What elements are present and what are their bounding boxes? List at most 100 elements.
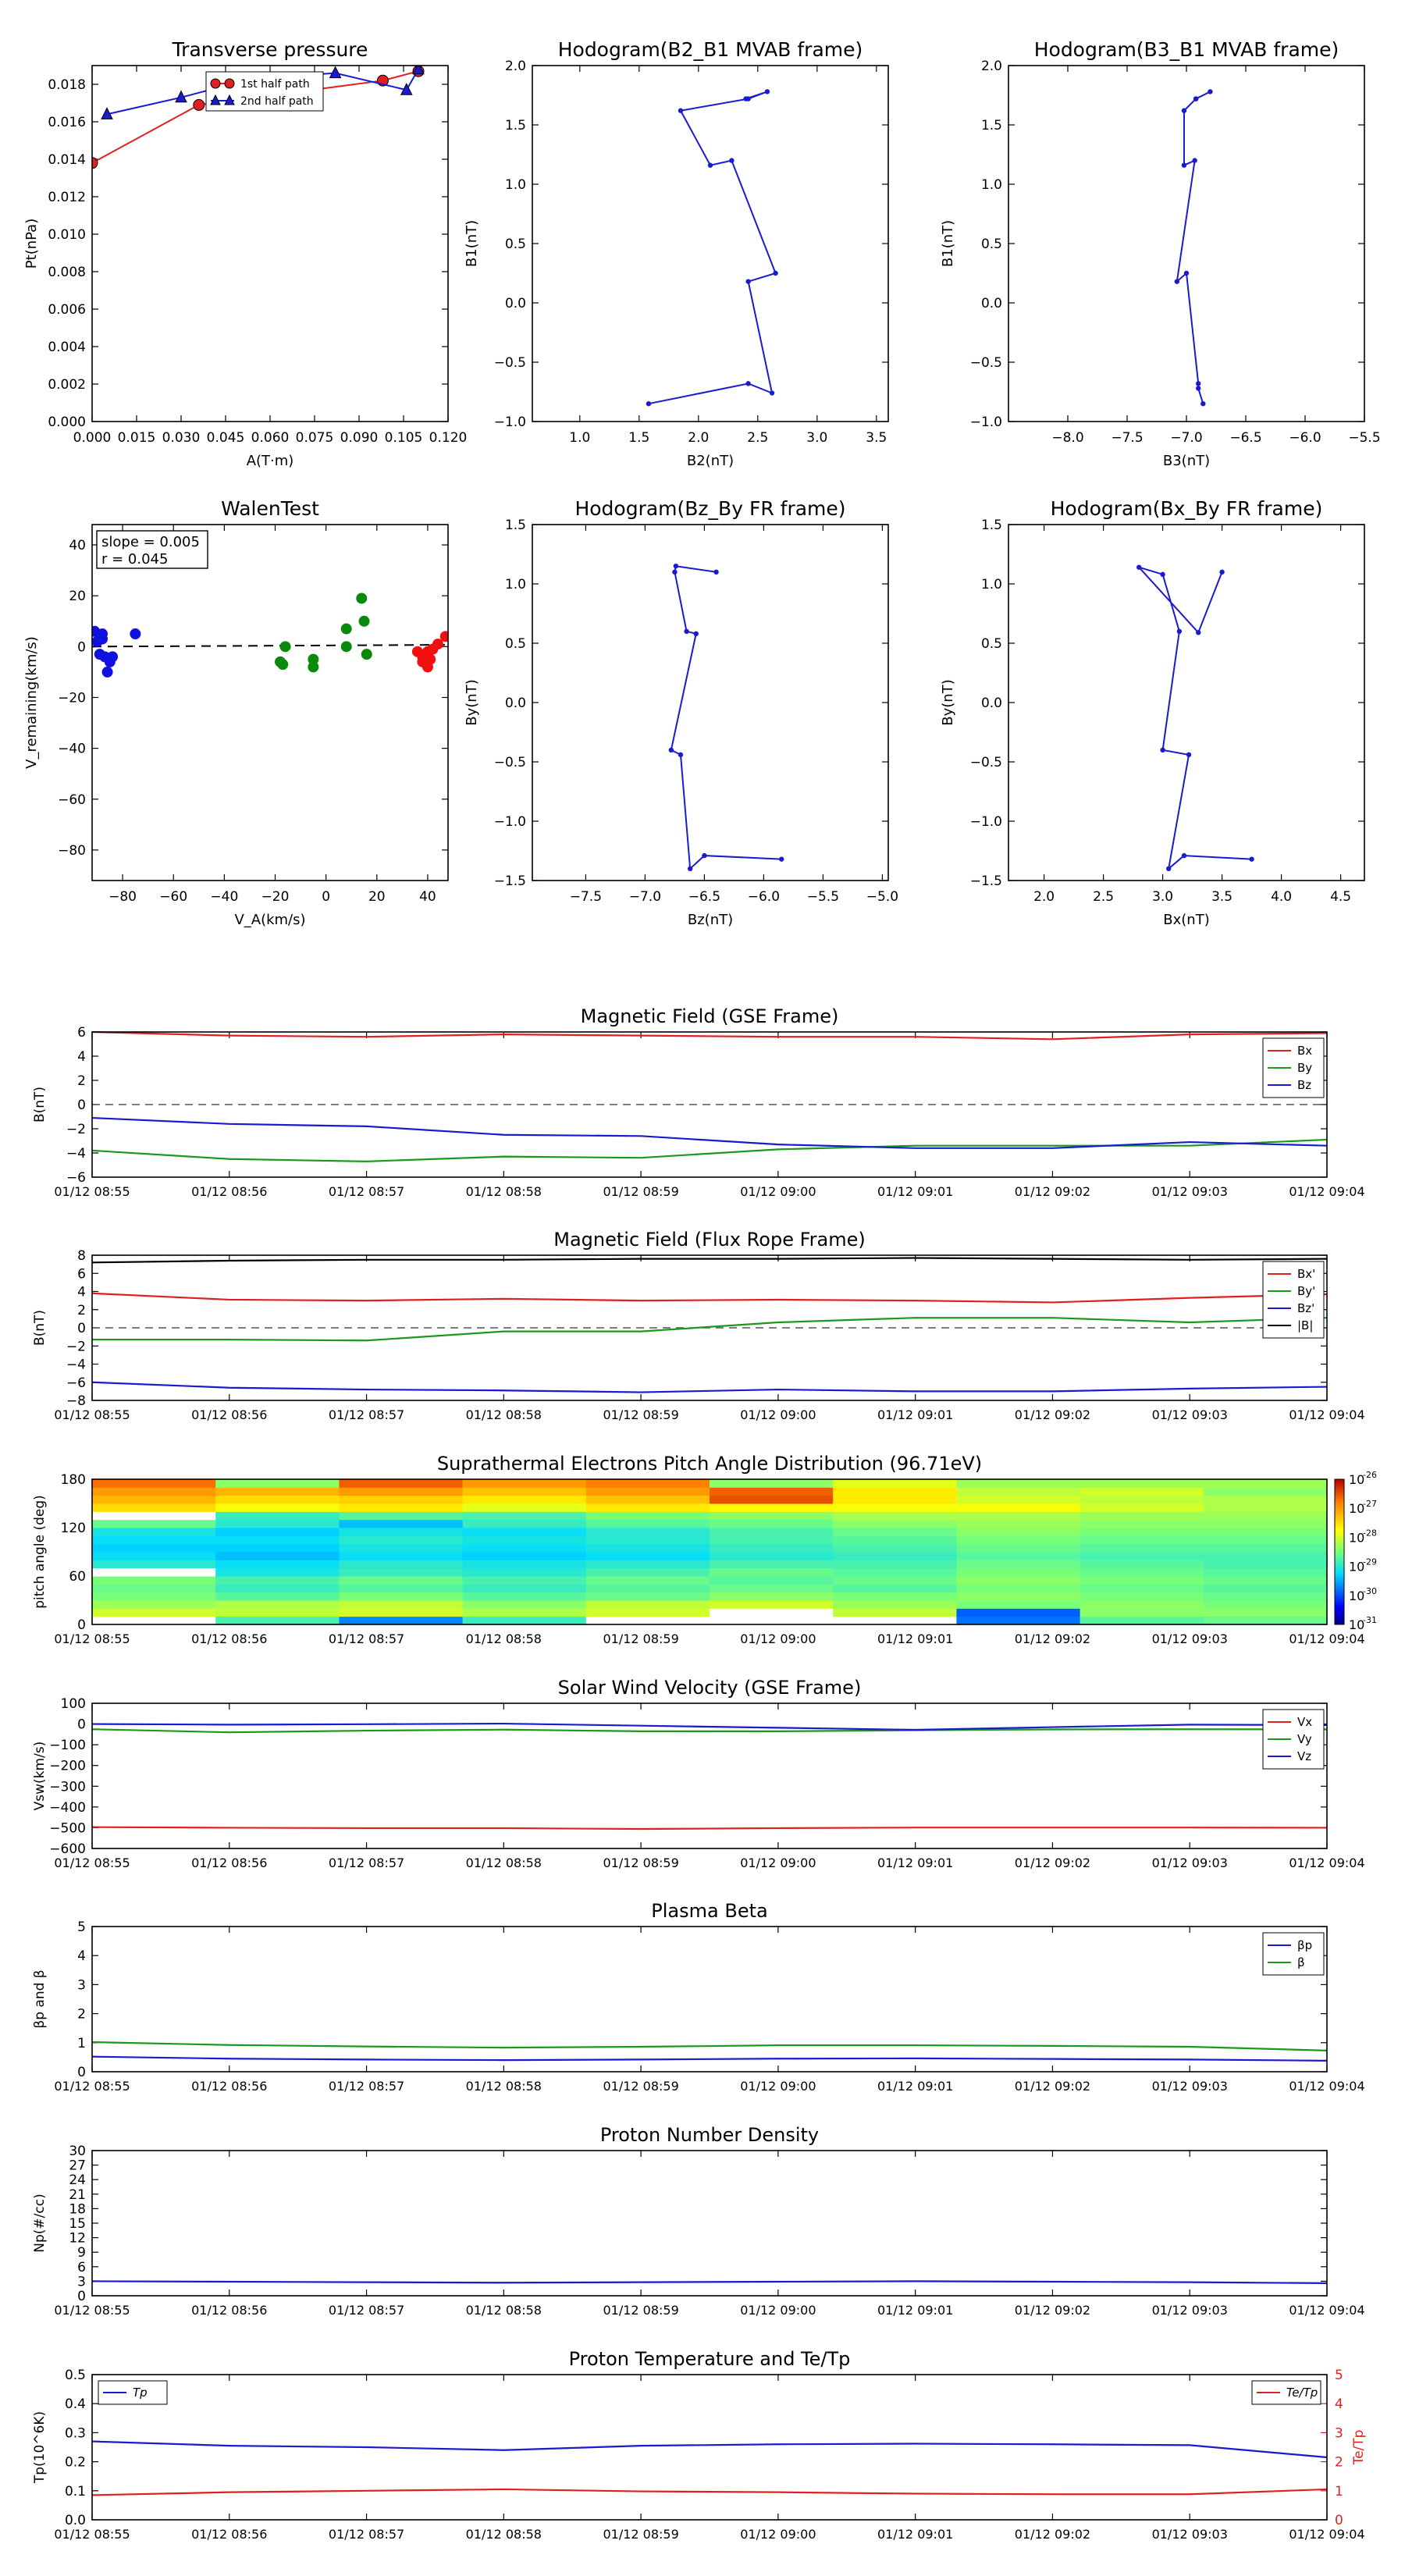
heatmap-cell: [585, 1616, 710, 1625]
heatmap-cell: [1203, 1511, 1328, 1521]
y-tick-label: 0.5: [981, 237, 1002, 252]
chart-title: Magnetic Field (Flux Rope Frame): [553, 1229, 865, 1251]
x-tick-label: −7.5: [570, 889, 602, 905]
data-point: [279, 641, 291, 653]
y-tick-label: 3: [77, 2274, 86, 2290]
heatmap-cell: [215, 1576, 340, 1585]
chart-title: WalenTest: [221, 497, 319, 520]
y-tick-label: 4: [77, 1948, 86, 1964]
y-tick-label: 0.4: [65, 2396, 86, 2412]
heatmap-cell: [339, 1495, 464, 1504]
x-tick-label: 0.045: [207, 430, 245, 446]
data-point: [425, 653, 436, 665]
chart-hodogram_bxby: Hodogram(Bx_By FR frame) 2.0 2.5 3.0 3.5 4.0 4…: [940, 497, 1365, 928]
y-tick-label: −1.0: [970, 814, 1002, 830]
heatmap-cell: [1080, 1576, 1204, 1585]
heatmap-cell: [462, 1487, 587, 1496]
heatmap-cell: [710, 1592, 834, 1601]
chart-title: Proton Temperature and Te/Tp: [569, 2348, 851, 2370]
x-tick-label: 3.5: [866, 430, 887, 446]
data-point: [277, 659, 289, 671]
heatmap-cell: [956, 1567, 1081, 1577]
heatmap-cell: [462, 1495, 587, 1504]
heatmap-cell: [1203, 1552, 1328, 1560]
heatmap-cell: [92, 1535, 216, 1545]
x-tick-label: 01/12 08:55: [54, 2527, 130, 2542]
x-tick-label: 01/12 09:00: [740, 1184, 816, 1199]
data-point: [745, 381, 751, 386]
data-point: [1196, 630, 1201, 635]
x-tick-label: 0.120: [429, 430, 468, 446]
heatmap-cell: [462, 1503, 587, 1512]
heatmap-cell: [710, 1552, 834, 1560]
y-tick-label: 0.0: [505, 296, 526, 311]
legend-label: Vx: [1297, 1715, 1312, 1729]
heatmap-cell: [92, 1495, 216, 1504]
series-line: [91, 2488, 1328, 2496]
legend-label: |B|: [1297, 1318, 1313, 1332]
chart-plasma_beta: Plasma Beta 01/12 08:55 01/12 08:56 01/12 0…: [32, 1900, 1365, 2094]
heatmap-cell: [833, 1567, 957, 1577]
x-tick-label: 40: [419, 889, 436, 905]
heatmap-cell: [585, 1503, 710, 1512]
colorbar-tick-exponent: -31: [1363, 1615, 1377, 1625]
heatmap-cell: [833, 1519, 957, 1528]
heatmap-cell: [1080, 1528, 1204, 1536]
chart-title: Hodogram(B3_B1 MVAB frame): [1034, 38, 1339, 61]
x-tick-label: 01/12 09:04: [1289, 2527, 1364, 2542]
y-tick-label: 40: [69, 538, 86, 553]
data-point: [678, 108, 684, 113]
data-point: [1200, 401, 1206, 407]
x-tick-label: 01/12 08:58: [466, 2303, 542, 2318]
x-tick-label: 01/12 08:58: [466, 1407, 542, 1422]
x-tick-label: 01/12 09:03: [1152, 2527, 1228, 2542]
x-tick-label: 01/12 08:55: [54, 1856, 130, 1870]
heatmap-cell: [1080, 1511, 1204, 1521]
heatmap-cell: [833, 1487, 957, 1496]
plot-frame: [532, 524, 889, 881]
data-point: [130, 628, 141, 640]
heatmap-cell: [585, 1584, 710, 1593]
y-tick-label: −0.5: [494, 355, 526, 371]
x-tick-label: 01/12 09:03: [1152, 1407, 1228, 1422]
y-tick-label: 12: [69, 2231, 86, 2247]
heatmap-cell: [710, 1616, 834, 1625]
heatmap-cell: [833, 1576, 957, 1585]
y-tick-label: 0.5: [505, 636, 526, 652]
heatmap-cell: [833, 1511, 957, 1521]
heatmap-cell: [1080, 1519, 1204, 1528]
legend-label: Bx': [1297, 1267, 1315, 1281]
x-tick-label: 01/12 08:57: [329, 2079, 404, 2094]
y-tick-label: −2: [66, 1122, 86, 1137]
x-tick-label: −6.5: [1229, 430, 1261, 446]
x-tick-label: 01/12 09:02: [1015, 1184, 1090, 1199]
x-tick-label: 01/12 08:55: [54, 2303, 130, 2318]
heatmap-cell: [833, 1552, 957, 1560]
y-tick-label: −8: [66, 1393, 86, 1409]
data-point: [432, 639, 443, 650]
y-tick-label: 100: [61, 1696, 86, 1712]
y-tick-label: 1.5: [505, 518, 526, 533]
y-tick-label: 60: [69, 1569, 86, 1585]
x-tick-label: 01/12 09:03: [1152, 1184, 1228, 1199]
legend-marker: [210, 78, 221, 89]
series-line: [92, 1317, 1328, 1342]
data-point: [358, 615, 370, 627]
heatmap-cell: [956, 1560, 1081, 1569]
y-tick-label: −600: [49, 1841, 86, 1857]
plot-area: [1136, 564, 1254, 872]
data-point: [743, 96, 749, 101]
series-line: [91, 1728, 1328, 1734]
data-point: [193, 98, 205, 111]
chart-hodogram_bzby: Hodogram(Bz_By FR frame) −7.5 −7.0 −6.5 −6.0…: [464, 497, 898, 928]
x-axis-label: B2(nT): [687, 453, 734, 469]
x-tick-label: 01/12 09:02: [1015, 2303, 1090, 2318]
heatmap-cell: [215, 1600, 340, 1609]
plot-frame: [1008, 524, 1365, 881]
x-tick-label: 01/12 08:58: [466, 2079, 542, 2094]
y-axis-label: By(nT): [464, 679, 480, 725]
heatmap-cell: [92, 1616, 216, 1625]
y-tick-label: 0: [77, 1321, 86, 1336]
heatmap-cell: [339, 1560, 464, 1569]
plot-frame: [91, 1926, 1328, 2073]
